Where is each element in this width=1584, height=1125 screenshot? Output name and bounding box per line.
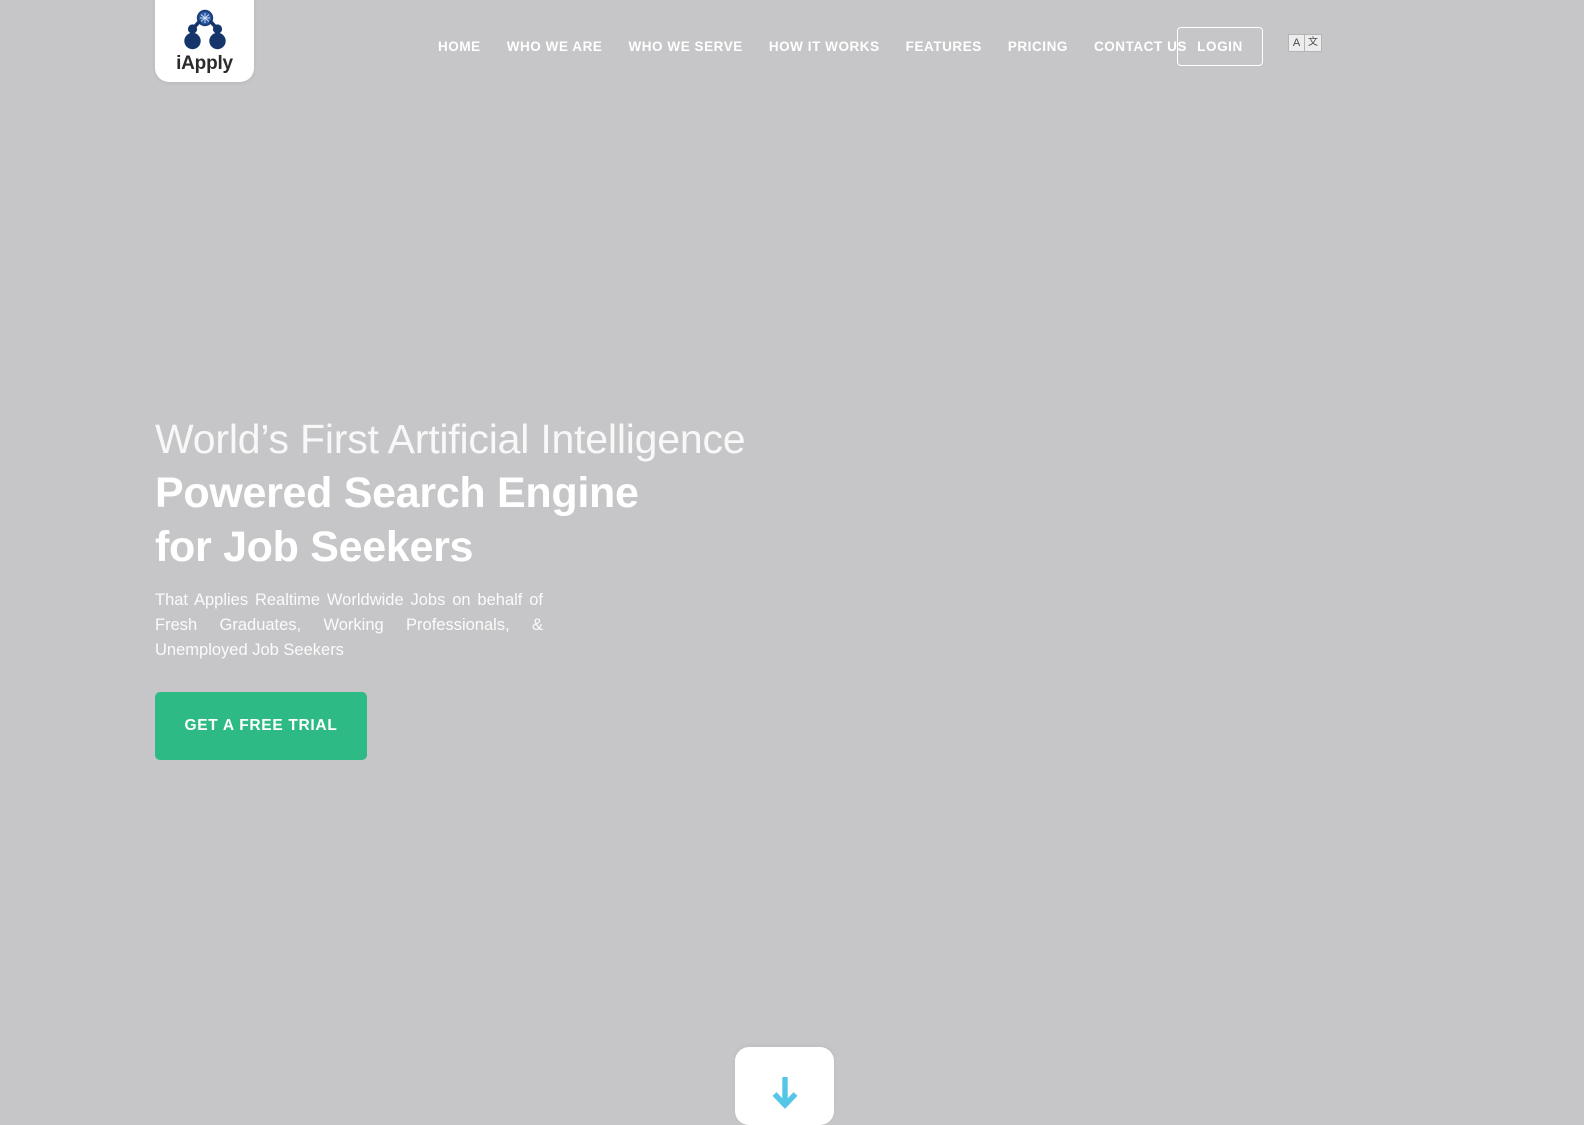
get-free-trial-button[interactable]: GET A FREE TRIAL [155, 692, 367, 760]
logo-wordmark: iApply [176, 53, 233, 74]
login-button[interactable]: LOGIN [1177, 27, 1263, 66]
nav-item-features[interactable]: FEATURES [893, 36, 995, 58]
translate-latin-glyph: A [1289, 35, 1305, 51]
hero-subtext: That Applies Realtime Worldwide Jobs on … [155, 591, 543, 659]
hero-headline-line-1: World’s First Artificial Intelligence [155, 416, 746, 462]
language-translate-widget[interactable]: A 文 [1288, 34, 1322, 52]
nav-item-who-we-serve[interactable]: WHO WE SERVE [615, 36, 755, 58]
nav-item-home[interactable]: HOME [438, 36, 494, 58]
nav-item-who-we-are[interactable]: WHO WE ARE [494, 36, 616, 58]
hero-headline-line-2: Powered Search Engine [155, 469, 639, 517]
nav-item-pricing[interactable]: PRICING [995, 36, 1081, 58]
nav-item-how-it-works[interactable]: HOW IT WORKS [756, 36, 893, 58]
hero-headline-line-3: for Job Seekers [155, 523, 474, 571]
site-header: iApply HOME WHO WE ARE WHO WE SERVE HOW … [0, 0, 1584, 94]
hero-section: World’s First Artificial Intelligence Po… [155, 412, 855, 760]
scroll-down-indicator[interactable] [735, 1047, 834, 1125]
molecule-network-icon [183, 9, 226, 50]
logo[interactable]: iApply [155, 0, 254, 82]
main-navigation: HOME WHO WE ARE WHO WE SERVE HOW IT WORK… [438, 36, 1200, 58]
translate-cjk-glyph: 文 [1308, 37, 1318, 48]
arrow-down-icon [772, 1077, 797, 1109]
